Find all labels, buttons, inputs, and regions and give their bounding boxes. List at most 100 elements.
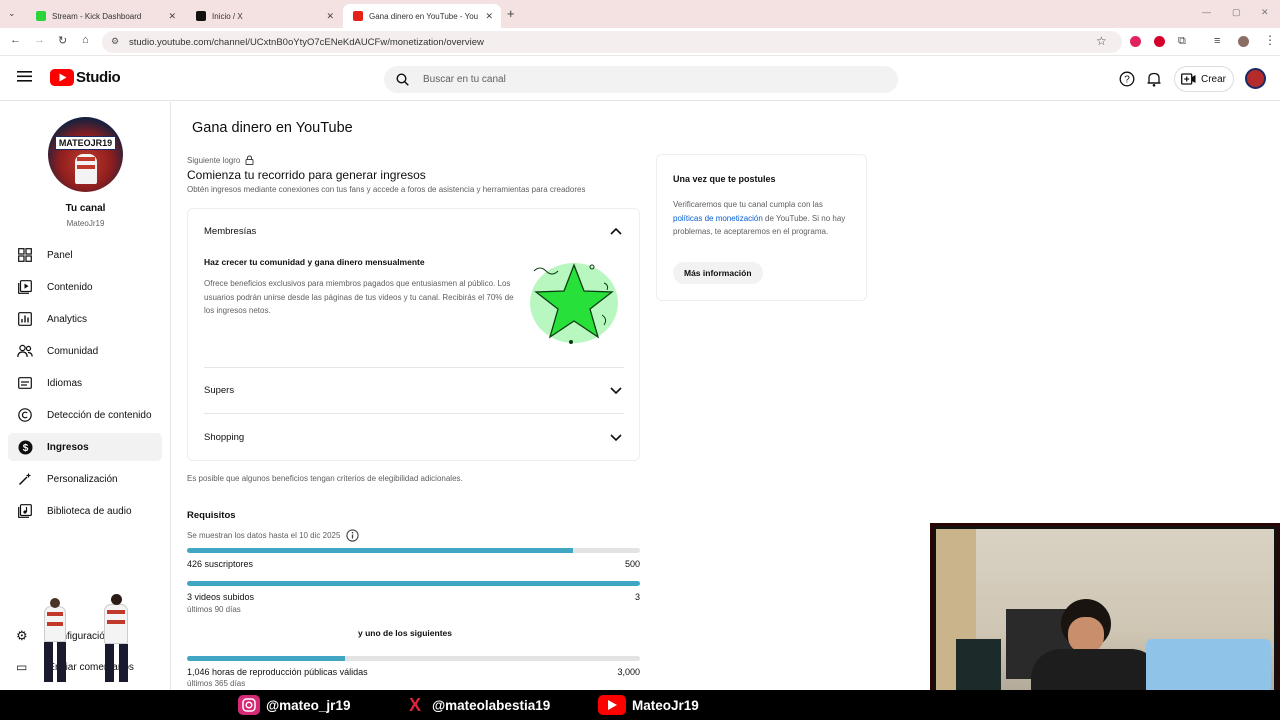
account-avatar[interactable] [1245,68,1266,89]
x-handle: X @mateolabestia19 [404,695,550,715]
magic-wand-icon [17,471,33,487]
address-bar[interactable]: ⚙ studio.youtube.com/channel/UCxtnB0oYty… [102,31,1122,53]
content-icon [17,279,33,295]
forward-icon[interactable]: → [34,34,45,46]
sidebar-item-label: Analytics [47,313,88,325]
copyright-icon [17,407,33,423]
create-button[interactable]: Crear [1174,66,1234,92]
sidebar-item-label: Contenido [47,281,93,293]
extensions-puzzle-icon[interactable]: ⧉ [1178,35,1186,48]
info-icon[interactable] [346,529,360,542]
close-icon[interactable]: ✕ [326,11,334,22]
youtube-text: MateoJr19 [632,697,699,713]
sidebar-item-customization[interactable]: Personalización [8,465,162,493]
sidebar-item-audio-library[interactable]: Biblioteca de audio [8,497,162,525]
videos-progress-bar [187,581,640,586]
one-of-following: y uno de los siguientes [358,628,452,638]
browser-toolbar: ← → ↻ ⌂ ⚙ studio.youtube.com/channel/UCx… [0,28,1280,56]
studio-header: Studio Buscar en tu canal ? Crear [0,57,1280,101]
extension-icon[interactable] [1130,36,1141,47]
create-video-icon [1181,73,1196,85]
supers-header[interactable]: Supers [188,368,639,413]
bookmark-star-icon[interactable]: ☆ [1096,34,1107,48]
maximize-icon[interactable]: ▢ [1232,7,1241,18]
close-icon[interactable]: ✕ [485,11,493,22]
media-control-icon[interactable]: ≡ [1214,35,1220,47]
minimize-icon[interactable]: — [1202,7,1211,17]
studio-logo[interactable]: Studio [50,69,121,86]
notifications-bell-icon[interactable] [1147,71,1161,92]
subtitles-icon [17,375,33,391]
tab-title: Gana dinero en YouTube - You [369,11,479,21]
youtube-favicon-icon [353,11,363,21]
back-icon[interactable]: ← [10,34,21,46]
sidebar-item-label: Detección de contenido [47,409,152,421]
window-close-icon[interactable]: ✕ [1261,7,1269,18]
sidebar-item-panel[interactable]: Panel [8,241,162,269]
page-title: Gana dinero en YouTube [192,120,353,136]
tab-title: Stream - Kick Dashboard [52,11,142,21]
membership-star-illustration [530,263,618,344]
hamburger-menu-icon[interactable] [17,70,32,88]
extension-icon[interactable] [1154,36,1165,47]
data-note-text: Se muestran los datos hasta el 10 dic 20… [187,531,341,540]
sidebar-item-languages[interactable]: Idiomas [8,369,162,397]
shopping-header[interactable]: Shopping [188,414,639,459]
site-info-icon[interactable]: ⚙ [111,36,119,47]
chevron-down-icon[interactable] [610,434,622,442]
channel-avatar[interactable]: MATEOJR19 [48,117,123,192]
membership-body: Ofrece beneficios exclusivos para miembr… [204,279,514,315]
sidebar-item-community[interactable]: Comunidad [8,337,162,365]
supers-title: Supers [204,385,235,396]
apply-card-body: Verificaremos que tu canal cumpla con la… [673,198,853,239]
membership-header[interactable]: Membresías [188,209,639,254]
videos-target: 3 [634,592,640,602]
reload-icon[interactable]: ↻ [58,34,67,47]
browser-menu-icon[interactable]: ⋮ [1264,33,1276,47]
url-text: studio.youtube.com/channel/UCxtnB0oYtyO7… [129,37,484,48]
monetization-policies-link[interactable]: políticas de monetización [673,214,763,223]
webcam-video [936,529,1274,714]
tab-kick[interactable]: Stream - Kick Dashboard ✕ [26,4,184,28]
youtube-logo-icon [50,69,74,86]
sidebar-item-content[interactable]: Contenido [8,273,162,301]
apply-card-text: Verificaremos que tu canal cumpla con la… [673,200,823,209]
sidebar-item-label: Ingresos [47,441,89,453]
close-icon[interactable]: ✕ [168,11,176,22]
profile-avatar[interactable] [1238,36,1249,47]
audio-library-icon [17,503,33,519]
x-favicon-icon [196,11,206,21]
subscribers-label: 426 suscriptores [187,559,254,569]
create-label: Crear [1201,73,1227,85]
videos-period: últimos 90 días [187,605,241,614]
tab-x[interactable]: Inicio / X ✕ [186,4,342,28]
svg-text:?: ? [1124,75,1130,86]
instagram-handle: @mateo_jr19 [238,695,350,715]
help-icon[interactable]: ? [1119,71,1135,92]
requirements-title: Requisitos [187,510,236,521]
youtube-handle: MateoJr19 [598,695,699,715]
avatar-logo-text: MATEOJR19 [55,136,116,150]
shopping-title: Shopping [204,432,245,443]
sidebar-item-label: Panel [47,249,73,261]
new-tab-button[interactable]: + [507,6,515,21]
chevron-up-icon[interactable] [610,227,622,235]
channel-search[interactable]: Buscar en tu canal [384,66,898,93]
tab-search-icon[interactable]: ⌄ [8,8,16,19]
channel-name: MateoJr19 [66,219,105,228]
sidebar-item-earn[interactable]: $ Ingresos [8,433,162,461]
home-icon[interactable]: ⌂ [82,34,89,46]
progress-fill [187,548,573,553]
sidebar-item-label: Personalización [47,473,118,485]
watch-hours-period: últimos 365 días [187,679,246,688]
more-info-button[interactable]: Más información [673,262,763,284]
progress-fill [187,656,346,661]
sidebar-item-analytics[interactable]: Analytics [8,305,162,333]
tab-youtube-studio[interactable]: Gana dinero en YouTube - You ✕ [343,4,501,28]
channel-label: Tu canal [65,203,106,214]
dashboard-icon [17,247,33,263]
sidebar-item-content-detection[interactable]: Detección de contenido [8,401,162,429]
tab-title: Inicio / X [212,11,243,21]
videos-label: 3 videos subidos [187,592,255,602]
chevron-down-icon[interactable] [610,387,622,395]
